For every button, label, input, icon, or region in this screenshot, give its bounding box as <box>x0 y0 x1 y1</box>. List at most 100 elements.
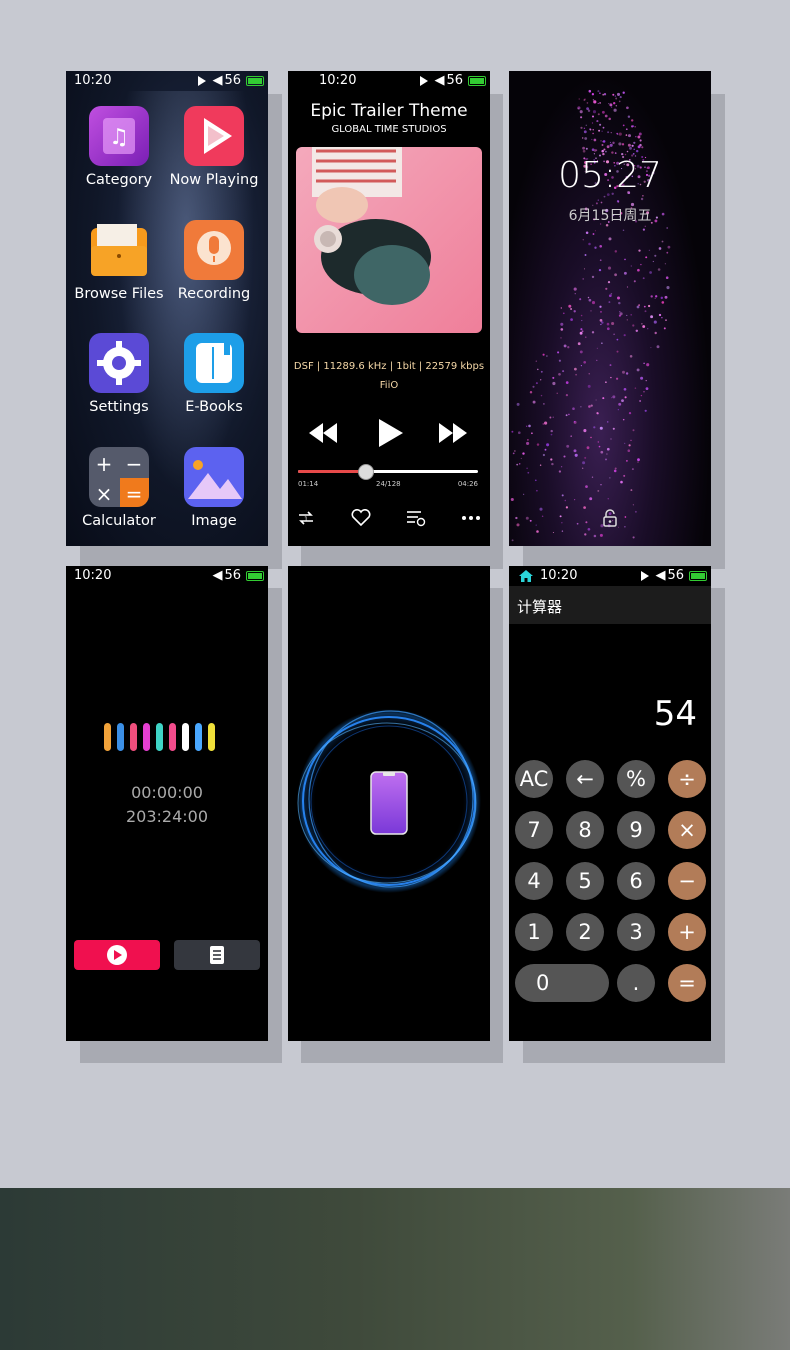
playlist-add-icon[interactable] <box>406 509 426 527</box>
app-recording[interactable]: Recording <box>166 220 262 302</box>
repeat-icon[interactable]: 1 <box>297 510 315 526</box>
calc-key-plus[interactable]: + <box>668 913 706 951</box>
track-artist: GLOBAL TIME STUDIOS <box>331 124 447 135</box>
particle <box>598 268 602 272</box>
calc-key-divide[interactable]: ÷ <box>668 760 706 798</box>
calc-key-3[interactable]: 3 <box>617 913 655 951</box>
particle <box>633 148 635 151</box>
record-play-button[interactable] <box>74 940 160 970</box>
calc-key-percent[interactable]: % <box>617 760 655 798</box>
app-now-playing[interactable]: Now Playing <box>166 106 262 188</box>
particle <box>542 453 546 457</box>
particle <box>606 453 608 455</box>
album-art <box>296 147 482 333</box>
app-image[interactable]: Image <box>166 447 262 529</box>
particle <box>593 426 596 429</box>
particle <box>570 435 572 437</box>
calc-key-6[interactable]: 6 <box>617 862 655 900</box>
particle <box>615 377 619 380</box>
particle <box>604 114 608 118</box>
app-ebooks[interactable]: E-Books <box>166 333 262 415</box>
particle <box>628 411 632 415</box>
particle <box>617 409 619 411</box>
calc-key-2[interactable]: 2 <box>566 913 604 951</box>
particle <box>599 123 602 126</box>
particle <box>565 414 568 417</box>
progress-bar[interactable] <box>298 464 478 480</box>
particle <box>626 150 629 153</box>
particle <box>619 311 621 313</box>
record-list-button[interactable] <box>174 940 260 970</box>
particle <box>610 132 612 134</box>
calc-key-9[interactable]: 9 <box>617 811 655 849</box>
particle <box>613 333 615 335</box>
particle <box>590 310 592 312</box>
microphone-icon <box>184 220 244 280</box>
particle <box>579 331 583 335</box>
calc-key-dot[interactable]: . <box>617 964 655 1002</box>
app-category[interactable]: ♫ Category <box>71 106 167 188</box>
more-icon[interactable] <box>461 515 481 521</box>
calc-key-backspace[interactable]: ← <box>566 760 604 798</box>
particle <box>597 102 599 105</box>
particle <box>528 424 531 428</box>
play-button[interactable] <box>379 419 403 447</box>
particle <box>536 489 538 492</box>
calc-key-ac[interactable]: AC <box>515 760 553 798</box>
particle <box>637 458 640 462</box>
particle <box>540 379 542 381</box>
particle <box>529 519 532 522</box>
particle <box>617 133 619 135</box>
particle <box>606 327 610 331</box>
particle <box>544 421 548 425</box>
particle <box>546 355 548 357</box>
particle <box>660 296 664 300</box>
particle <box>638 249 641 252</box>
particle <box>570 307 573 311</box>
lock-clock: 05:27 <box>558 155 662 196</box>
particle <box>580 328 583 331</box>
particle <box>614 467 617 470</box>
particle <box>585 336 587 338</box>
particle <box>653 320 657 324</box>
particle <box>592 233 595 235</box>
particle <box>597 199 599 201</box>
volume-icon: ◀ <box>212 73 223 88</box>
fast-forward-button[interactable] <box>439 423 469 443</box>
particle <box>632 429 635 432</box>
calc-key-7[interactable]: 7 <box>515 811 553 849</box>
particle <box>640 263 642 266</box>
app-calculator[interactable]: + − × = Calculator <box>71 447 167 529</box>
particle <box>550 429 553 433</box>
particle <box>608 301 611 304</box>
heart-icon[interactable] <box>351 509 371 527</box>
calc-key-4[interactable]: 4 <box>515 862 553 900</box>
calc-key-equals[interactable]: = <box>668 964 706 1002</box>
particle <box>593 100 597 104</box>
unlock-icon[interactable] <box>602 509 618 527</box>
particle <box>552 381 556 386</box>
calc-key-8[interactable]: 8 <box>566 811 604 849</box>
home-icon[interactable] <box>519 570 533 582</box>
calc-key-0[interactable]: 0 <box>515 964 609 1002</box>
particle <box>611 321 615 326</box>
particle <box>583 506 586 509</box>
particle <box>645 256 648 259</box>
particle <box>597 90 600 93</box>
particle <box>601 342 603 344</box>
calc-key-multiply[interactable]: × <box>668 811 706 849</box>
app-settings[interactable]: Settings <box>71 333 167 415</box>
calc-key-5[interactable]: 5 <box>566 862 604 900</box>
particle <box>586 102 589 104</box>
progress-knob[interactable] <box>357 464 374 480</box>
particle <box>580 365 582 367</box>
calc-key-minus[interactable]: − <box>668 862 706 900</box>
rewind-button[interactable] <box>309 423 339 443</box>
particle <box>623 474 626 477</box>
music-folder-icon: ♫ <box>89 106 149 166</box>
particle <box>602 397 605 400</box>
particle <box>518 463 521 465</box>
particle <box>583 99 586 101</box>
calc-key-1[interactable]: 1 <box>515 913 553 951</box>
app-browse-files[interactable]: Browse Files <box>71 220 167 302</box>
